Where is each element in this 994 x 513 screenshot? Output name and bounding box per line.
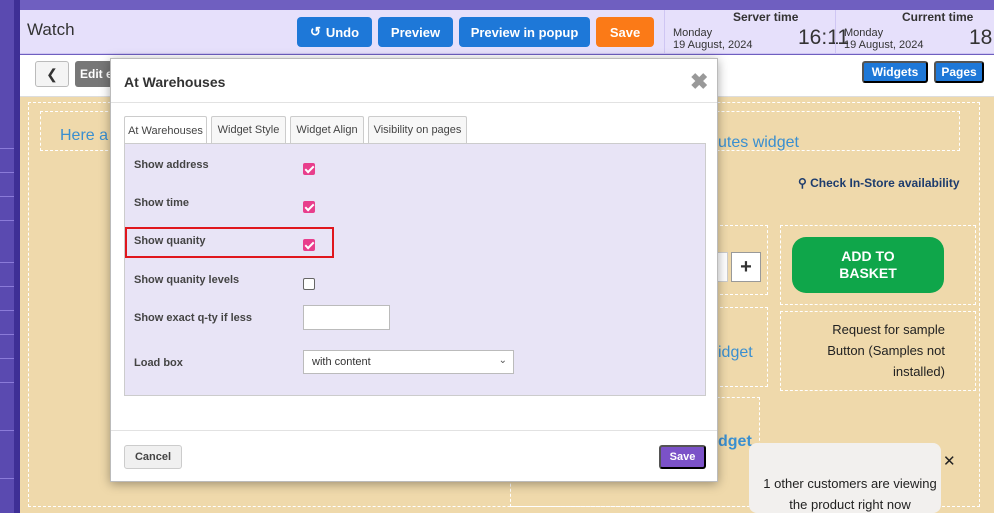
here-text: Here a bbox=[60, 127, 109, 144]
rail-divider bbox=[0, 358, 14, 359]
dialog-footer-divider bbox=[111, 430, 717, 431]
rail-divider bbox=[0, 334, 14, 335]
pages-button[interactable]: Pages bbox=[934, 61, 984, 83]
rail-divider bbox=[0, 148, 14, 149]
show-time-checkbox[interactable] bbox=[303, 201, 315, 213]
close-icon[interactable]: ✕ bbox=[943, 452, 956, 470]
show-address-checkbox[interactable] bbox=[303, 163, 315, 175]
rail-divider bbox=[0, 262, 14, 263]
add-to-basket-button[interactable]: ADD TO BASKET bbox=[792, 237, 944, 293]
rail-divider bbox=[0, 172, 14, 173]
check-store-link[interactable]: ⚲ Check In-Store availability bbox=[798, 176, 960, 190]
load-box-select[interactable]: with content ⌄ bbox=[303, 350, 514, 374]
widgets-button[interactable]: Widgets bbox=[862, 61, 928, 83]
server-time-label: Server time bbox=[733, 10, 799, 24]
current-time-box: Current time Monday 19 August, 2024 18:1… bbox=[835, 10, 994, 54]
show-quanity-checkbox[interactable] bbox=[303, 239, 315, 251]
current-date: 19 August, 2024 bbox=[844, 39, 924, 51]
server-day: Monday bbox=[673, 27, 713, 39]
dialog-header: At Warehouses ✖ bbox=[111, 59, 717, 103]
widget-text: idget bbox=[718, 344, 753, 361]
show-quanity-label: Show quanity bbox=[134, 235, 206, 247]
tab-widget-style[interactable]: Widget Style bbox=[211, 116, 286, 143]
add-basket-line2: BASKET bbox=[839, 265, 897, 281]
show-time-label: Show time bbox=[134, 197, 190, 209]
tab-at-warehouses[interactable]: At Warehouses bbox=[124, 116, 207, 144]
save-button[interactable]: Save bbox=[596, 17, 654, 47]
close-icon[interactable]: ✖ bbox=[690, 69, 708, 95]
request-sample-line1: Request for sample bbox=[832, 322, 945, 337]
request-sample-line3: installed) bbox=[892, 364, 945, 379]
tab-visibility-on-pages[interactable]: Visibility on pages bbox=[368, 116, 467, 143]
cancel-button[interactable]: Cancel bbox=[124, 445, 182, 469]
load-box-value: with content bbox=[312, 356, 371, 368]
rail-divider bbox=[0, 478, 14, 479]
load-box-label: Load box bbox=[134, 357, 183, 369]
rail-divider bbox=[0, 430, 14, 431]
current-time-value: 18:11 bbox=[969, 26, 994, 49]
tab-widget-align[interactable]: Widget Align bbox=[290, 116, 364, 143]
viewers-text: 1 other customers are viewing the produc… bbox=[757, 473, 943, 513]
at-warehouses-dialog: At Warehouses ✖ At Warehouses Widget Sty… bbox=[110, 58, 718, 482]
editor-header: Watch ↺ Undo Preview Preview in popup Sa… bbox=[20, 10, 994, 54]
show-exact-qty-input[interactable] bbox=[303, 305, 390, 330]
show-quanity-levels-checkbox[interactable] bbox=[303, 278, 315, 290]
show-quanity-levels-label: Show quanity levels bbox=[134, 274, 240, 286]
map-pin-icon: ⚲ bbox=[798, 176, 807, 190]
server-time-date: Monday 19 August, 2024 bbox=[673, 27, 753, 51]
rail-divider bbox=[0, 382, 14, 383]
chevron-left-icon: ❮ bbox=[46, 65, 58, 82]
rail-divider bbox=[0, 286, 14, 287]
current-time-label: Current time bbox=[902, 10, 974, 24]
viewers-line2: the product right now bbox=[789, 497, 911, 512]
undo-icon: ↺ bbox=[309, 24, 321, 39]
add-basket-line1: ADD TO bbox=[841, 248, 895, 264]
viewers-line1: 1 other customers are viewing bbox=[763, 476, 937, 491]
dialog-title: At Warehouses bbox=[124, 74, 226, 90]
show-address-label: Show address bbox=[134, 159, 209, 171]
rail-divider bbox=[0, 196, 14, 197]
request-sample-text: Request for sample Button (Samples not i… bbox=[800, 319, 945, 382]
top-strip bbox=[20, 0, 994, 10]
current-day: Monday bbox=[844, 27, 884, 39]
quantity-plus-button[interactable]: + bbox=[731, 252, 761, 282]
undo-label: Undo bbox=[325, 24, 360, 40]
check-store-label: Check In-Store availability bbox=[810, 176, 960, 190]
viewers-notification: ✕ 1 other customers are viewing the prod… bbox=[749, 443, 956, 513]
undo-button[interactable]: ↺ Undo bbox=[297, 17, 372, 47]
page-title: Watch bbox=[27, 20, 75, 39]
settings-panel: Show address Show time Show quanity Show… bbox=[124, 143, 706, 396]
back-button[interactable]: ❮ bbox=[35, 61, 69, 87]
request-sample-line2: Button (Samples not bbox=[827, 343, 945, 358]
current-time-date: Monday 19 August, 2024 bbox=[844, 27, 924, 51]
attributes-widget-text: utes widget bbox=[718, 134, 799, 151]
dialog-save-button[interactable]: Save bbox=[659, 445, 706, 469]
rail-divider bbox=[0, 310, 14, 311]
show-exact-qty-label: Show exact q-ty if less bbox=[134, 312, 252, 324]
server-date: 19 August, 2024 bbox=[673, 39, 753, 51]
server-time-box: Server time Monday 19 August, 2024 16:11 bbox=[664, 10, 849, 54]
chevron-down-icon: ⌄ bbox=[498, 355, 507, 366]
preview-in-popup-button[interactable]: Preview in popup bbox=[459, 17, 590, 47]
rail-divider bbox=[0, 220, 14, 221]
preview-button[interactable]: Preview bbox=[378, 17, 453, 47]
widget-text: dget bbox=[718, 433, 752, 450]
left-rail bbox=[0, 0, 14, 513]
